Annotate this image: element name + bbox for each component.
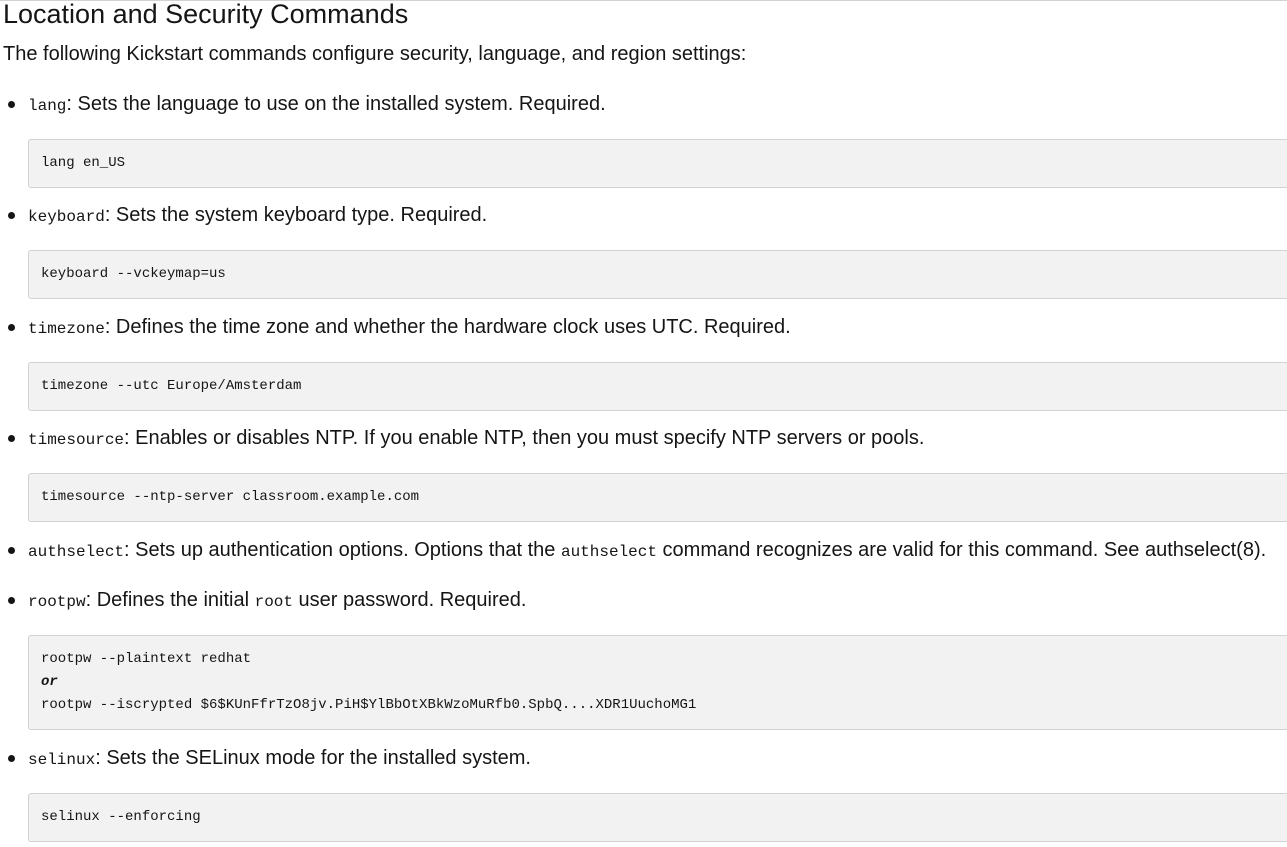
description-text: : Sets up authentication options. Option… [124, 539, 561, 561]
bullet-icon [8, 547, 15, 554]
code-line: rootpw --plaintext redhat [41, 651, 252, 667]
item-description: timesource: Enables or disables NTP. If … [28, 422, 924, 456]
command-name: authselect [28, 543, 125, 561]
intro-paragraph: The following Kickstart commands configu… [3, 43, 747, 65]
code-text: timezone --utc Europe/Amsterdam [41, 378, 302, 394]
bullet-icon [8, 212, 15, 219]
code-block-timesource: timesource --ntp-server classroom.exampl… [28, 473, 1287, 522]
description-text: : Defines the initial [85, 589, 255, 611]
command-name: timesource [28, 431, 125, 449]
command-name: timezone [28, 320, 105, 338]
code-block-selinux: selinux --enforcing [28, 793, 1287, 842]
description-text: : Sets the SELinux mode for the installe… [95, 747, 531, 769]
section-heading: Location and Security Commands [3, 0, 409, 29]
inline-code: authselect [560, 543, 657, 561]
command-name: rootpw [28, 593, 86, 611]
code-line: rootpw --iscrypted $6$KUnFfrTzO8jv.PiH$Y… [41, 697, 697, 713]
command-name: keyboard [28, 208, 105, 226]
item-description: lang: Sets the language to use on the in… [28, 88, 606, 122]
description-text: : Sets the system keyboard type. Require… [104, 204, 488, 226]
item-description: timezone: Defines the time zone and whet… [28, 311, 791, 345]
bullet-icon [8, 101, 15, 108]
command-name: lang [28, 97, 67, 115]
description-text: : Enables or disables NTP. If you enable… [124, 427, 925, 449]
code-text: lang en_US [41, 155, 126, 171]
command-name: selinux [28, 751, 96, 769]
code-text: rootpw --plaintext redhat or rootpw --is… [41, 648, 1287, 717]
inline-code: root [254, 593, 293, 611]
bullet-icon [8, 435, 15, 442]
item-description: selinux: Sets the SELinux mode for the i… [28, 742, 531, 776]
description-text: : Defines the time zone and whether the … [104, 316, 791, 338]
bullet-icon [8, 755, 15, 762]
code-or-separator: or [41, 674, 58, 690]
bullet-icon [8, 597, 15, 604]
code-block-timezone: timezone --utc Europe/Amsterdam [28, 362, 1287, 411]
item-description: authselect: Sets up authentication optio… [28, 534, 1266, 568]
item-description: rootpw: Defines the initial root user pa… [28, 584, 526, 618]
code-block-keyboard: keyboard --vckeymap=us [28, 250, 1287, 299]
description-text: user password. Required. [293, 589, 527, 611]
code-block-lang: lang en_US [28, 139, 1287, 188]
bullet-icon [8, 324, 15, 331]
code-text: timesource --ntp-server classroom.exampl… [41, 489, 420, 505]
description-text: : Sets the language to use on the instal… [66, 93, 606, 115]
code-block-rootpw: rootpw --plaintext redhat or rootpw --is… [28, 635, 1287, 730]
code-text: selinux --enforcing [41, 809, 201, 825]
item-description: keyboard: Sets the system keyboard type.… [28, 199, 487, 233]
description-text: command recognizes are valid for this co… [656, 539, 1267, 561]
code-text: keyboard --vckeymap=us [41, 266, 226, 282]
